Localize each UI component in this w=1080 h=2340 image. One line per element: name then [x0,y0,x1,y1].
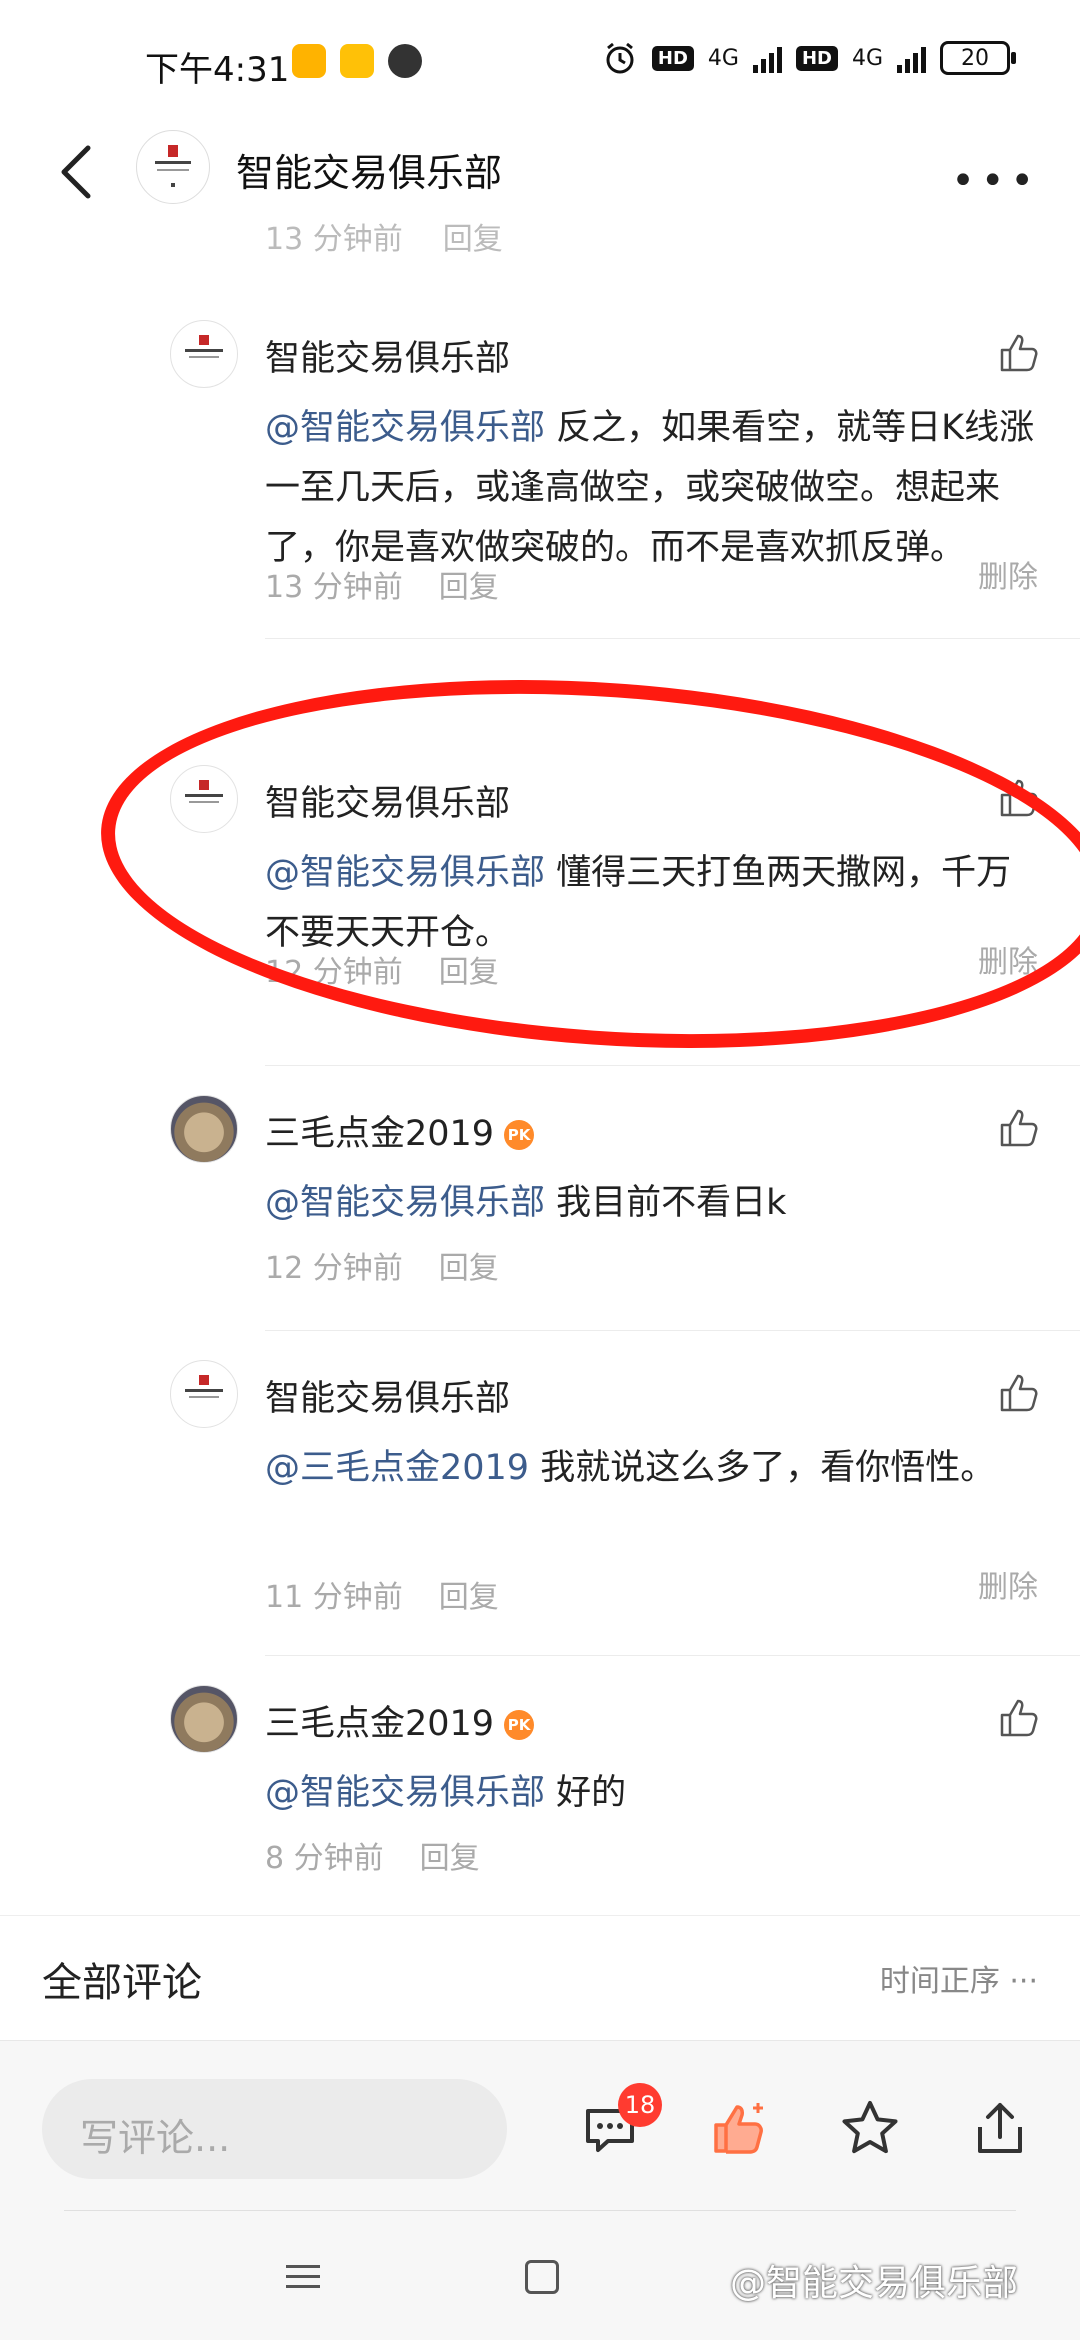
comment-input[interactable]: 写评论... [42,2079,507,2179]
comment-meta: 12 分钟前 回复 [265,1243,499,1287]
home-icon[interactable] [525,2260,559,2294]
user-avatar[interactable] [170,1685,238,1753]
comment-time: 12 分钟前 [265,1251,403,1286]
pk-badge: PK [504,1120,535,1150]
comment-text: 我目前不看日k [545,1183,787,1223]
all-comments-bar: 全部评论 时间正序 ··· [0,1915,1080,2041]
all-comments-title: 全部评论 [42,1960,202,2006]
author-name: 三毛点金2019 [265,1114,495,1154]
author-name: 三毛点金2019 [265,1704,495,1744]
mention-link[interactable]: @智能交易俱乐部 [265,1773,545,1813]
like-icon[interactable] [998,1695,1042,1739]
mail-icon [340,44,374,78]
comment-body: @三毛点金2019 我就说这么多了，看你悟性。 [265,1438,1045,1498]
comment-body: @智能交易俱乐部 反之，如果看空，就等日K线涨一至几天后，或逢高做空，或突破做空… [265,398,1045,578]
user-avatar[interactable] [170,1095,238,1163]
cloud-icon [292,44,326,78]
bottom-action-bar: 写评论... 18 [0,2040,1080,2211]
status-bar: 下午4:31 HD 4G HD 4G 20 [0,0,1080,120]
hd-badge-2: HD [795,45,838,71]
comment-item: 三毛点金2019 PK @智能交易俱乐部 好的 8 分钟前 回复 [0,1685,1080,1885]
recents-icon[interactable] [286,2258,320,2295]
comment-author[interactable]: 智能交易俱乐部 [265,1370,510,1421]
divider [265,1655,1080,1656]
divider [64,2210,1016,2211]
delete-button[interactable]: 删除 [978,1562,1038,1606]
like-icon[interactable] [998,1370,1042,1414]
comment-meta: 13 分钟前 回复 [265,562,499,606]
share-icon[interactable] [968,2097,1032,2161]
comment-text: 我就说这么多了，看你悟性。 [529,1448,996,1488]
more-options-icon[interactable]: ••• [951,158,1040,204]
comment-body: @智能交易俱乐部 我目前不看日k [265,1173,1045,1233]
status-indicators: HD 4G HD 4G 20 [602,40,1016,76]
comment-item: 智能交易俱乐部 @智能交易俱乐部 反之，如果看空，就等日K线涨一至几天后，或逢高… [0,320,1080,660]
cutoff-comment-meta: 13 分钟前 回复 [265,220,543,258]
delete-button[interactable]: 删除 [978,552,1038,596]
comment-author[interactable]: 智能交易俱乐部 [265,330,510,381]
comment-placeholder: 写评论... [80,2116,231,2160]
comment-item: 三毛点金2019 PK @智能交易俱乐部 我目前不看日k 12 分钟前 回复 [0,1095,1080,1295]
reply-button[interactable]: 回复 [443,222,503,257]
comment-meta: 8 分钟前 回复 [265,1833,480,1877]
mention-link[interactable]: @智能交易俱乐部 [265,408,545,448]
club-avatar[interactable] [170,1360,238,1428]
comment-author[interactable]: 三毛点金2019 PK [265,1105,535,1156]
hd-badge: HD [651,45,694,71]
signal-icon-2 [897,43,926,73]
app-notification-icon [388,44,422,78]
network-label: 4G [707,45,739,71]
top-nav: 智能交易俱乐部 ••• [0,120,1080,230]
divider [265,1330,1080,1331]
comment-meta: 11 分钟前 回复 [265,1572,499,1616]
divider [265,638,1080,639]
signal-icon [752,43,782,73]
reply-button[interactable]: 回复 [439,1580,499,1615]
club-logo-icon [155,145,191,187]
divider [265,1065,1080,1066]
comment-time: 13 分钟前 [265,570,403,605]
comment-count-badge: 18 [618,2083,662,2127]
star-icon[interactable] [838,2097,902,2161]
watermark: @智能交易俱乐部 [730,2263,1019,2304]
club-logo-icon [185,335,223,358]
comment-body: @智能交易俱乐部 好的 [265,1763,1045,1823]
pk-badge: PK [504,1710,535,1740]
battery-icon: 20 [940,41,1016,75]
battery-level: 20 [961,45,989,71]
system-nav-bar: @智能交易俱乐部 [0,2210,1080,2340]
status-time: 下午4:31 [145,50,290,90]
club-logo-icon [185,1375,223,1398]
mention-link[interactable]: @三毛点金2019 [265,1448,529,1488]
comment-time: 13 分钟前 [265,222,403,257]
reply-button[interactable]: 回复 [439,1251,499,1286]
comment-item: 智能交易俱乐部 @三毛点金2019 我就说这么多了，看你悟性。 11 分钟前 回复… [0,1360,1080,1615]
back-arrow-icon[interactable] [50,142,110,202]
comment-time: 8 分钟前 [265,1841,384,1876]
club-avatar[interactable] [170,320,238,388]
page-title: 智能交易俱乐部 [236,151,503,195]
comment-time: 11 分钟前 [265,1580,403,1615]
alarm-icon [606,42,634,74]
reply-button[interactable]: 回复 [439,570,499,605]
comment-thread[interactable]: 13 分钟前 回复 智能交易俱乐部 @智能交易俱乐部 反之，如果看空，就等日K线涨… [0,220,1080,1910]
mention-link[interactable]: @智能交易俱乐部 [265,1183,545,1223]
comment-author[interactable]: 三毛点金2019 PK [265,1695,535,1746]
comment-text: 好的 [545,1773,627,1813]
network-label-2: 4G [851,45,883,71]
like-icon[interactable] [998,1105,1042,1149]
sort-toggle[interactable]: 时间正序 ··· [880,1956,1038,2000]
like-active-icon[interactable] [708,2097,772,2161]
reply-button[interactable]: 回复 [420,1841,480,1876]
club-avatar[interactable] [136,130,210,204]
like-icon[interactable] [998,330,1042,374]
